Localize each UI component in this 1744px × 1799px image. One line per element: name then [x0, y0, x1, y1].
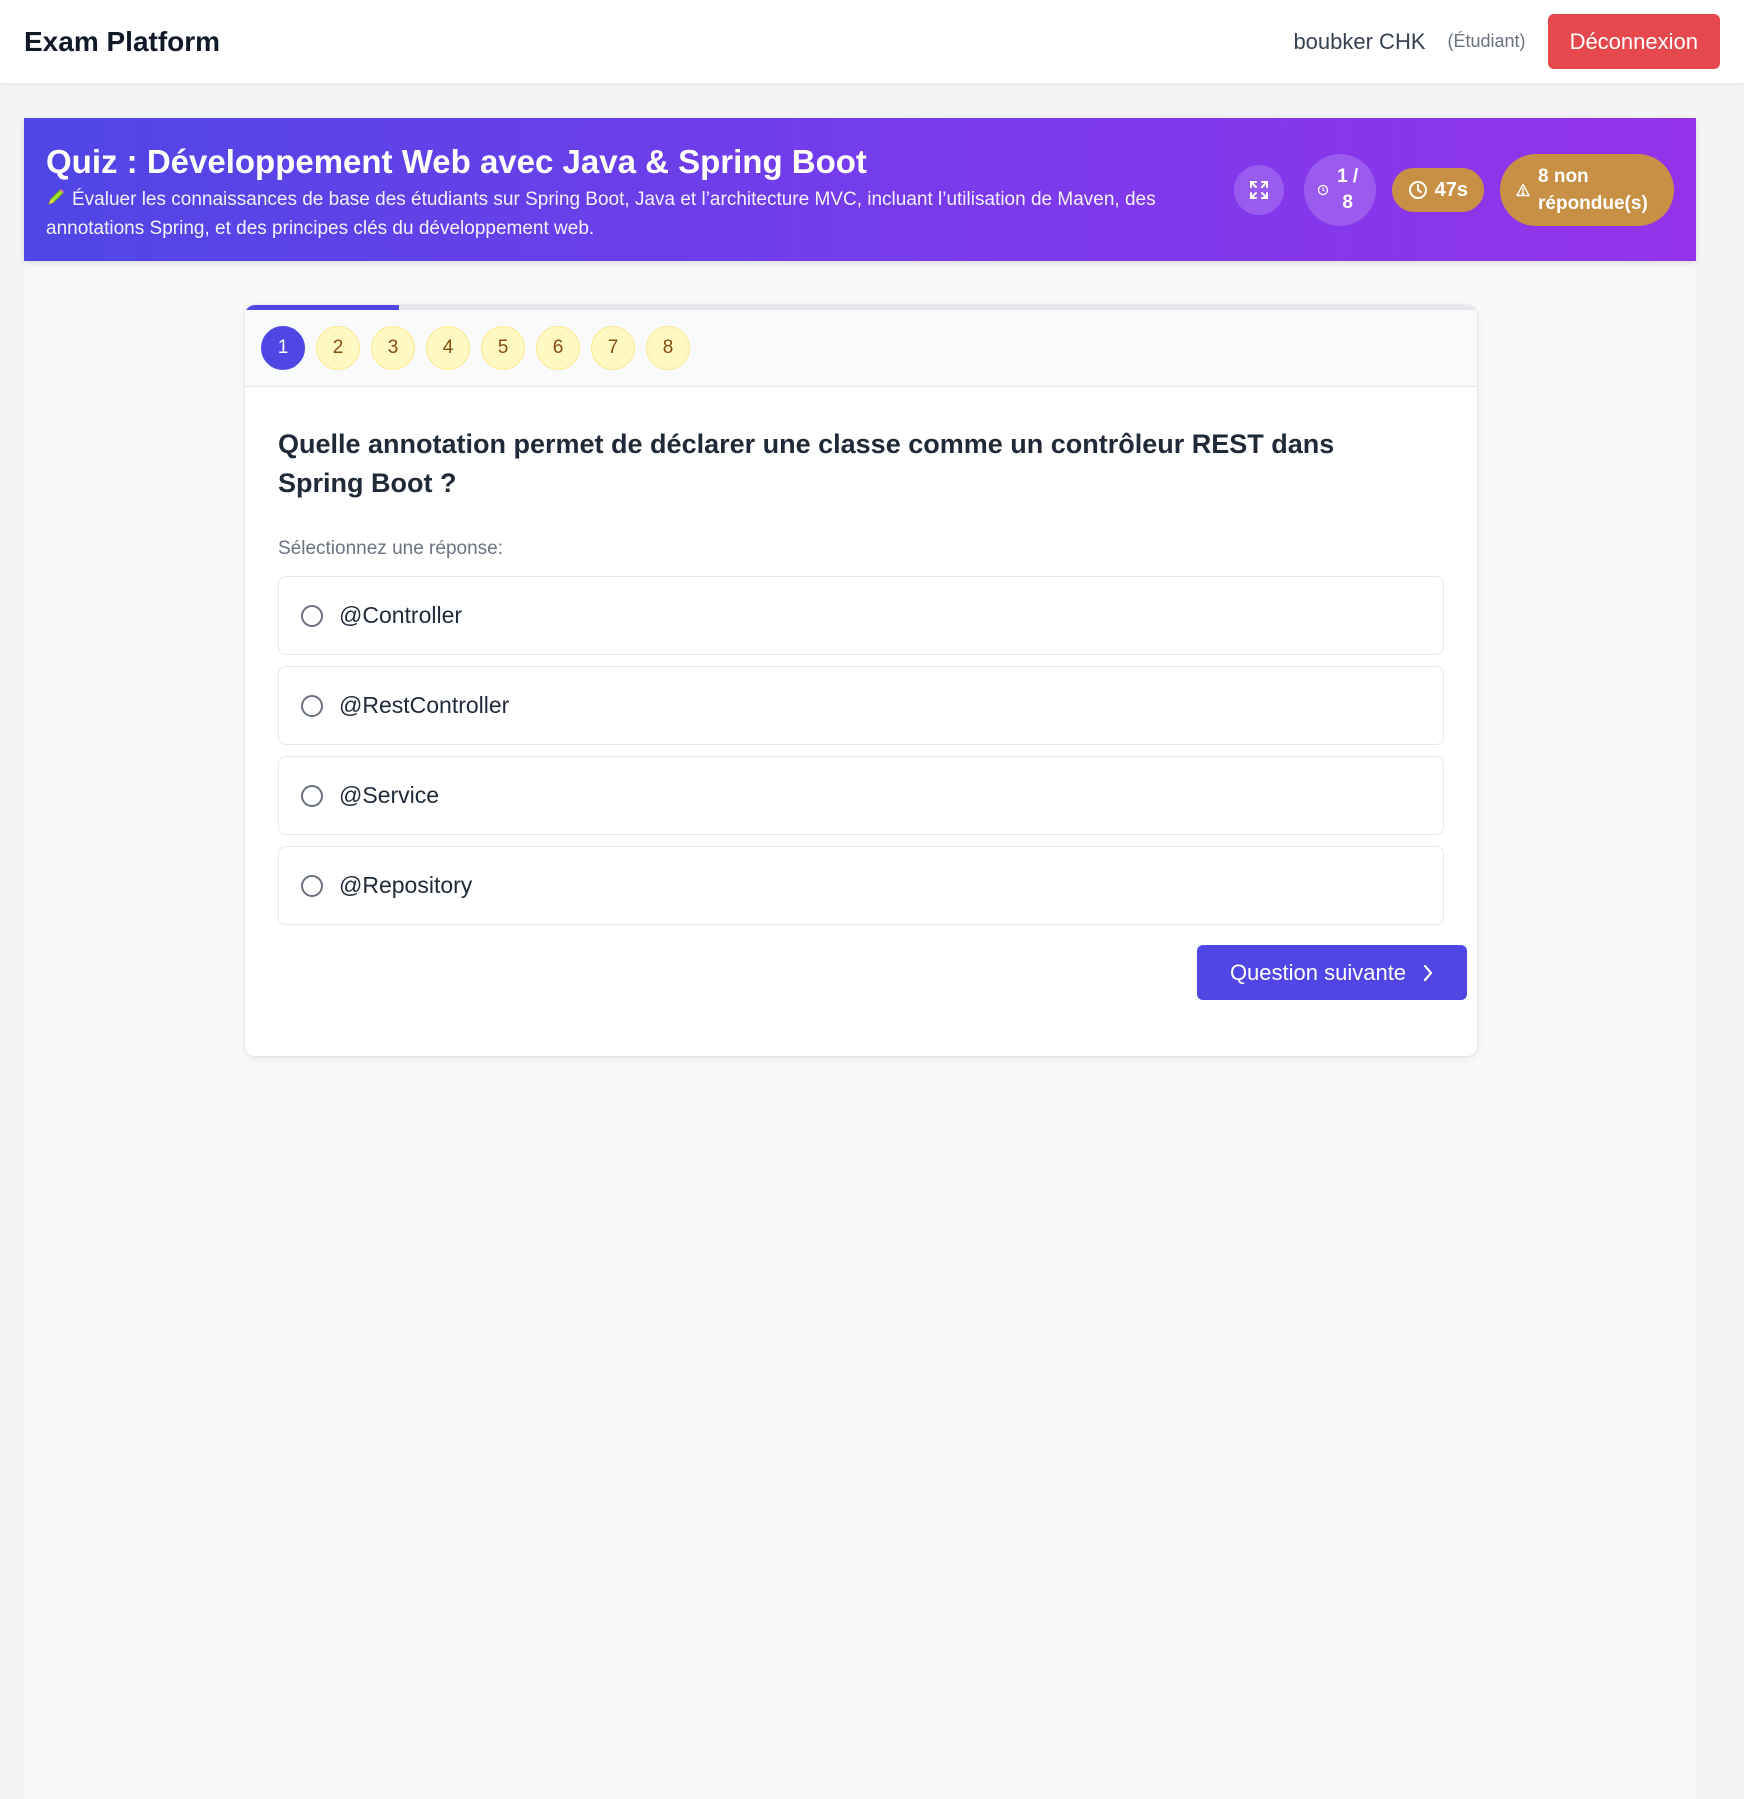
question-card: 12345678 Quelle annotation permet de déc… — [245, 305, 1477, 1056]
answer-option[interactable]: @RestController — [278, 666, 1444, 745]
timer-text: 47s — [1434, 178, 1468, 201]
main-content: Quiz : Développement Web avec Java & Spr… — [24, 118, 1696, 1799]
quiz-status-badges: 1 / 8 47s 8 non répondue(s) — [1233, 154, 1674, 226]
answer-option[interactable]: @Controller — [278, 576, 1444, 655]
question-nav-item[interactable]: 2 — [316, 326, 360, 370]
question-nav-item[interactable]: 8 — [646, 326, 690, 370]
user-name: boubker CHK — [1293, 28, 1426, 54]
question-progress-badge: 1 / 8 — [1303, 154, 1376, 226]
answer-options: @Controller @RestController @Service @Repos… — [278, 576, 1444, 936]
select-answer-label: Sélectionnez une réponse: — [278, 538, 503, 559]
answer-option[interactable]: @Repository — [278, 846, 1444, 925]
quiz-description-text: Évaluer les connaissances de base des ét… — [46, 189, 1156, 239]
logout-button[interactable]: Déconnexion — [1547, 14, 1720, 69]
answer-option-label: @Repository — [339, 872, 473, 898]
quiz-header: Quiz : Développement Web avec Java & Spr… — [24, 118, 1696, 261]
top-navbar: Exam Platform boubker CHK (Étudiant) Déc… — [0, 0, 1744, 84]
answer-option-label: @Controller — [339, 602, 463, 628]
chevron-right-icon — [1423, 964, 1433, 981]
question-nav-item[interactable]: 6 — [536, 326, 580, 370]
answer-radio[interactable] — [301, 604, 323, 627]
question-progress-text: 1 / 8 — [1337, 166, 1359, 213]
next-question-button[interactable]: Question suivante — [1197, 945, 1467, 1000]
question-nav-item[interactable]: 5 — [481, 326, 525, 370]
unanswered-badge: 8 non répondue(s) — [1500, 154, 1674, 226]
user-area: boubker CHK (Étudiant) Déconnexion — [1293, 14, 1720, 69]
next-question-label: Question suivante — [1229, 959, 1407, 985]
answer-radio[interactable] — [301, 874, 323, 897]
warning-icon — [1516, 183, 1530, 197]
brand-title[interactable]: Exam Platform — [24, 26, 220, 58]
unanswered-text: 8 non répondue(s) — [1538, 166, 1648, 214]
user-role: (Étudiant) — [1447, 31, 1526, 51]
timer-badge: 47s — [1391, 168, 1484, 212]
fullscreen-button[interactable] — [1233, 165, 1284, 215]
expand-icon — [1249, 181, 1268, 199]
progress-icon — [1317, 184, 1328, 196]
answer-option[interactable]: @Service — [278, 756, 1444, 835]
question-nav-item[interactable]: 4 — [426, 326, 470, 370]
question-text: Quelle annotation permet de déclarer une… — [278, 429, 1335, 498]
answer-option-label: @Service — [339, 782, 440, 808]
question-nav-item[interactable]: 3 — [371, 326, 415, 370]
question-navigator: 12345678 — [245, 310, 1477, 387]
answer-option-label: @RestController — [339, 692, 510, 718]
answer-radio[interactable] — [301, 784, 323, 807]
question-nav-item[interactable]: 1 — [261, 326, 305, 370]
clock-icon — [1408, 181, 1427, 199]
question-nav-item[interactable]: 7 — [591, 326, 635, 370]
pencil-icon — [46, 187, 66, 215]
quiz-description: Évaluer les connaissances de base des ét… — [46, 186, 1196, 242]
answer-radio[interactable] — [301, 694, 323, 717]
